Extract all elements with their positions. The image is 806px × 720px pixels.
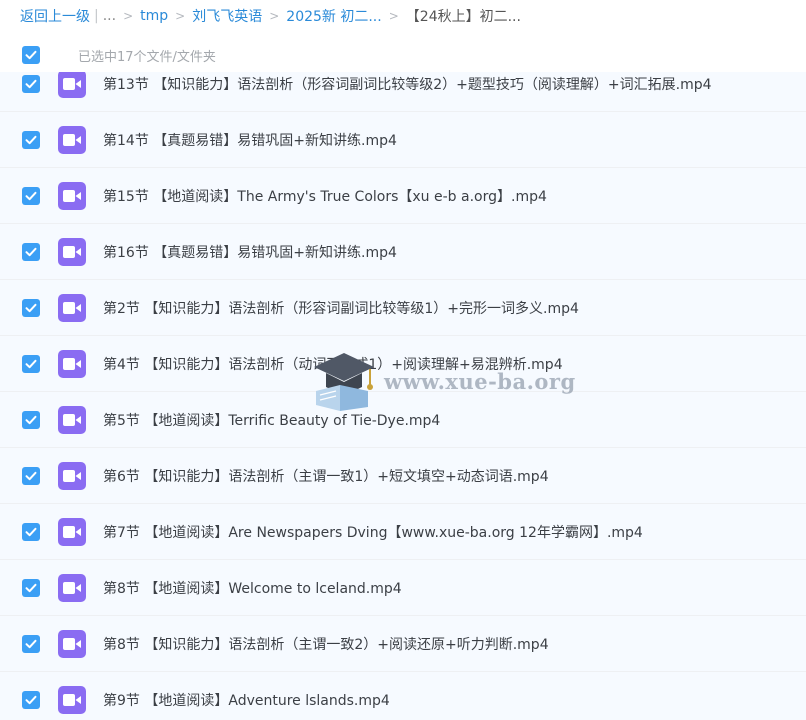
file-name[interactable]: 第8节 【地道阅读】Welcome to lceland.mp4 [103, 578, 402, 598]
video-file-icon [58, 405, 86, 434]
check-icon [25, 527, 37, 536]
selection-count: 已选中17个文件/文件夹 [78, 49, 216, 65]
check-icon [25, 247, 37, 256]
video-file-icon [58, 573, 86, 602]
file-checkbox[interactable] [22, 242, 40, 261]
file-checkbox[interactable] [22, 690, 40, 709]
back-link[interactable]: 返回上一级 [20, 6, 90, 26]
file-row[interactable]: 第2节 【知识能力】语法剖析（形容词副词比较等级1）+完形一词多义.mp4 [0, 280, 806, 336]
file-row[interactable]: 第15节 【地道阅读】The Army's True Colors【xu e-b… [0, 168, 806, 224]
file-name[interactable]: 第9节 【地道阅读】Adventure lslands.mp4 [103, 690, 390, 710]
file-list: 第13节 【知识能力】语法剖析（形容词副词比较等级2）+题型技巧（阅读理解）+词… [0, 56, 806, 720]
video-file-icon [58, 517, 86, 546]
file-row[interactable]: 第7节 【地道阅读】Are Newspapers Dving【www.xue-b… [0, 504, 806, 560]
check-icon [25, 695, 37, 704]
check-icon [25, 191, 37, 200]
video-file-icon [58, 349, 86, 378]
breadcrumb-current: 【24秋上】初二... [405, 9, 521, 25]
file-checkbox[interactable] [22, 130, 40, 149]
video-file-icon [58, 685, 86, 714]
video-file-icon [58, 237, 86, 266]
file-name[interactable]: 第16节 【真题易错】易错巩固+新知讲练.mp4 [103, 242, 397, 262]
chevron-right-icon: > [269, 9, 280, 23]
breadcrumb-item-tmp[interactable]: tmp [140, 8, 168, 24]
chevron-right-icon: > [175, 9, 186, 23]
file-row[interactable]: 第6节 【知识能力】语法剖析（主谓一致1）+短文填空+动态词语.mp4 [0, 448, 806, 504]
file-row[interactable]: 第8节 【知识能力】语法剖析（主谓一致2）+阅读还原+听力判断.mp4 [0, 616, 806, 672]
file-checkbox[interactable] [22, 74, 40, 93]
check-icon [25, 359, 37, 368]
file-name[interactable]: 第2节 【知识能力】语法剖析（形容词副词比较等级1）+完形一词多义.mp4 [103, 298, 579, 318]
file-checkbox[interactable] [22, 466, 40, 485]
file-checkbox[interactable] [22, 354, 40, 373]
file-name[interactable]: 第6节 【知识能力】语法剖析（主谓一致1）+短文填空+动态词语.mp4 [103, 466, 549, 486]
breadcrumb: 返回上一级 | ... > tmp > 刘飞飞英语 > 2025新 初二... … [0, 0, 806, 32]
file-row[interactable]: 第8节 【地道阅读】Welcome to lceland.mp4 [0, 560, 806, 616]
chevron-right-icon: > [388, 9, 399, 23]
breadcrumb-item-course[interactable]: 刘飞飞英语 [192, 6, 262, 26]
file-name[interactable]: 第8节 【知识能力】语法剖析（主谓一致2）+阅读还原+听力判断.mp4 [103, 634, 549, 654]
check-icon [25, 471, 37, 480]
check-icon [25, 79, 37, 88]
file-checkbox[interactable] [22, 634, 40, 653]
file-name[interactable]: 第7节 【地道阅读】Are Newspapers Dving【www.xue-b… [103, 522, 643, 542]
file-row[interactable]: 第14节 【真题易错】易错巩固+新知讲练.mp4 [0, 112, 806, 168]
file-name[interactable]: 第4节 【知识能力】语法剖析（动词不定式1）+阅读理解+易混辨析.mp4 [103, 354, 563, 374]
file-checkbox[interactable] [22, 298, 40, 317]
video-file-icon [58, 461, 86, 490]
file-browser: 返回上一级 | ... > tmp > 刘飞飞英语 > 2025新 初二... … [0, 0, 806, 720]
file-checkbox[interactable] [22, 186, 40, 205]
file-row[interactable]: 第4节 【知识能力】语法剖析（动词不定式1）+阅读理解+易混辨析.mp4 [0, 336, 806, 392]
check-icon [25, 50, 37, 60]
breadcrumb-item-grade[interactable]: 2025新 初二... [286, 6, 381, 26]
video-file-icon [58, 125, 86, 154]
check-icon [25, 303, 37, 312]
select-all-checkbox[interactable] [22, 46, 40, 64]
video-file-icon [58, 293, 86, 322]
video-file-icon [58, 69, 86, 98]
breadcrumb-divider: | [94, 8, 99, 24]
check-icon [25, 135, 37, 144]
file-name[interactable]: 第5节 【地道阅读】Terrific Beauty of Tie-Dye.mp4 [103, 410, 440, 430]
file-row[interactable]: 第16节 【真题易错】易错巩固+新知讲练.mp4 [0, 224, 806, 280]
video-file-icon [58, 629, 86, 658]
file-row[interactable]: 第5节 【地道阅读】Terrific Beauty of Tie-Dye.mp4 [0, 392, 806, 448]
file-row[interactable]: 第9节 【地道阅读】Adventure lslands.mp4 [0, 672, 806, 720]
file-checkbox[interactable] [22, 578, 40, 597]
video-file-icon [58, 181, 86, 210]
file-name[interactable]: 第14节 【真题易错】易错巩固+新知讲练.mp4 [103, 130, 397, 150]
chevron-right-icon: > [123, 9, 134, 23]
breadcrumb-more[interactable]: ... [103, 8, 116, 24]
file-checkbox[interactable] [22, 522, 40, 541]
file-checkbox[interactable] [22, 410, 40, 429]
check-icon [25, 639, 37, 648]
selection-bar: 已选中17个文件/文件夹 [0, 38, 806, 72]
file-name[interactable]: 第13节 【知识能力】语法剖析（形容词副词比较等级2）+题型技巧（阅读理解）+词… [103, 74, 712, 94]
check-icon [25, 415, 37, 424]
check-icon [25, 583, 37, 592]
file-name[interactable]: 第15节 【地道阅读】The Army's True Colors【xu e-b… [103, 186, 547, 206]
